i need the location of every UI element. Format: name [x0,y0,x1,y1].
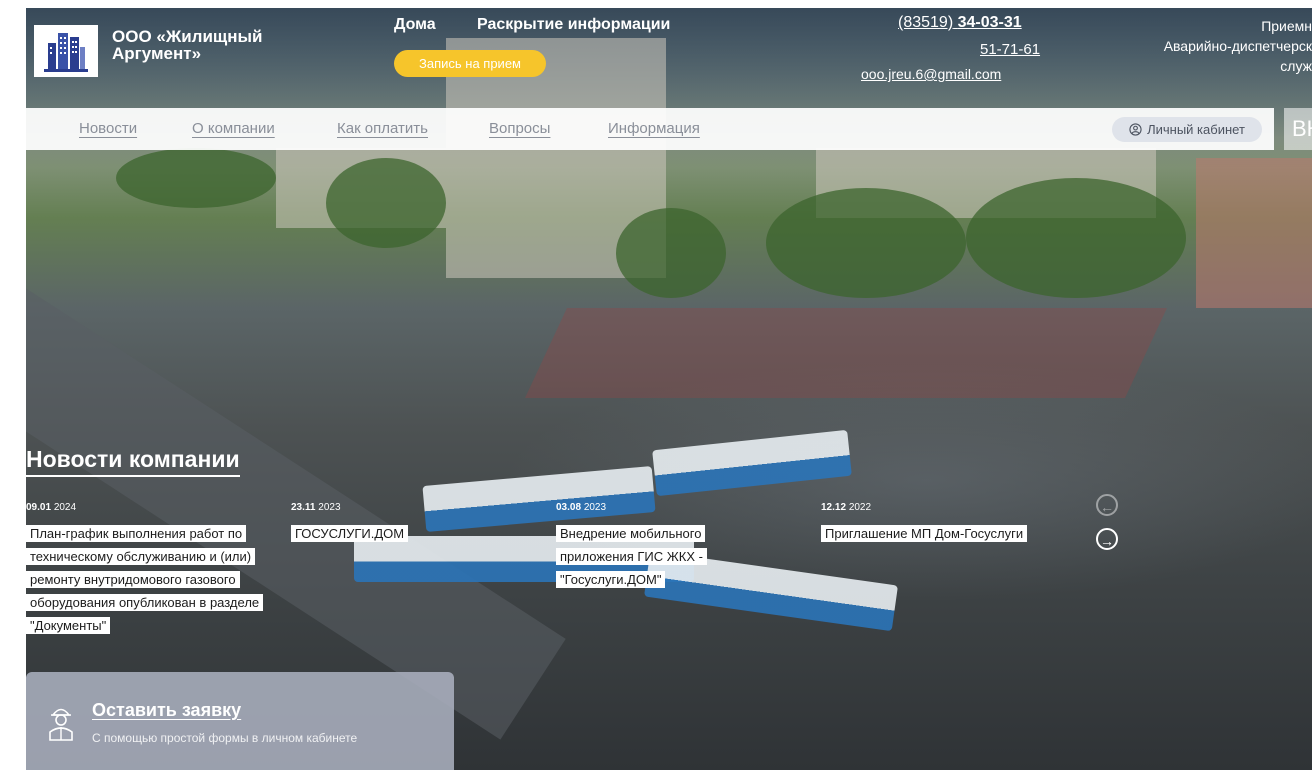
arrow-left-icon: ← [1100,499,1114,515]
emergency-label: Аварийно-диспетчерск [1163,38,1312,54]
company-name[interactable]: ООО «Жилищный Аргумент» [112,28,312,62]
news-section-title: Новости компании [26,446,240,477]
news-card-1-text[interactable]: План-график выполнения работ по техничес… [26,525,264,634]
nav-houses[interactable]: Дома [394,16,436,34]
appointment-button[interactable]: Запись на прием [394,50,546,77]
nav-disclosure[interactable]: Раскрытие информации [477,16,670,34]
news-card-1[interactable]: План-график выполнения работ по техничес… [26,522,284,637]
nav-payment[interactable]: Как оплатить [337,120,428,137]
news-card-3[interactable]: Внедрение мобильного приложения ГИС ЖКХ … [556,522,736,591]
news-date-2: 23.11 2023 [291,502,341,513]
personal-cabinet-button[interactable]: Личный кабинет [1112,117,1262,142]
main-navbar: Новости О компании Как оплатить Вопросы … [26,108,1274,150]
phone-main[interactable]: (83519) 34-03-31 [898,14,1022,32]
news-prev-button[interactable]: ← [1096,494,1118,516]
news-card-2[interactable]: ГОСУСЛУГИ.ДОМ [291,522,431,545]
news-card-2-text[interactable]: ГОСУСЛУГИ.ДОМ [291,525,409,542]
phone-prefix: (83519) [898,14,954,31]
contacts-right: Приемн Аварийно-диспетчерск служ [1164,16,1312,76]
cabinet-label: Личный кабинет [1147,122,1245,137]
page-frame: ООО «Жилищный Аргумент» Дома Раскрытие и… [26,8,1312,770]
request-title[interactable]: Оставить заявку [92,700,241,721]
nav-information[interactable]: Информация [608,120,700,137]
email-link[interactable]: ooo.jreu.6@gmail.com [861,66,1001,82]
service-label: служ [1280,58,1312,74]
news-card-4-text[interactable]: Приглашение МП Дом-Госуслуги [821,525,1028,542]
vk-icon: ВК [1292,116,1312,141]
worker-icon [49,708,73,741]
news-date-4: 12.12 2022 [821,502,872,513]
arrow-right-icon: → [1100,533,1114,549]
phone-secondary[interactable]: 51-71-61 [980,41,1040,58]
user-circle-icon [1129,123,1142,136]
reception-label: Приемн [1261,18,1312,34]
nav-questions[interactable]: Вопросы [489,120,550,137]
phone-number: 34-03-31 [957,14,1022,31]
company-logo[interactable] [34,25,98,77]
request-subtitle: С помощью простой формы в личном кабинет… [92,731,358,745]
news-card-4[interactable]: Приглашение МП Дом-Госуслуги [821,522,1081,545]
request-card[interactable]: Оставить заявку С помощью простой формы … [26,672,454,770]
nav-news[interactable]: Новости [79,120,137,137]
news-date-3: 03.08 2023 [556,502,607,513]
building-logo-icon [44,33,88,72]
news-card-3-text[interactable]: Внедрение мобильного приложения ГИС ЖКХ … [556,525,707,588]
nav-about[interactable]: О компании [192,120,275,137]
vk-social-button[interactable]: ВК [1284,108,1312,150]
news-date-1: 09.01 2024 [26,502,77,513]
news-next-button[interactable]: → [1096,528,1118,550]
